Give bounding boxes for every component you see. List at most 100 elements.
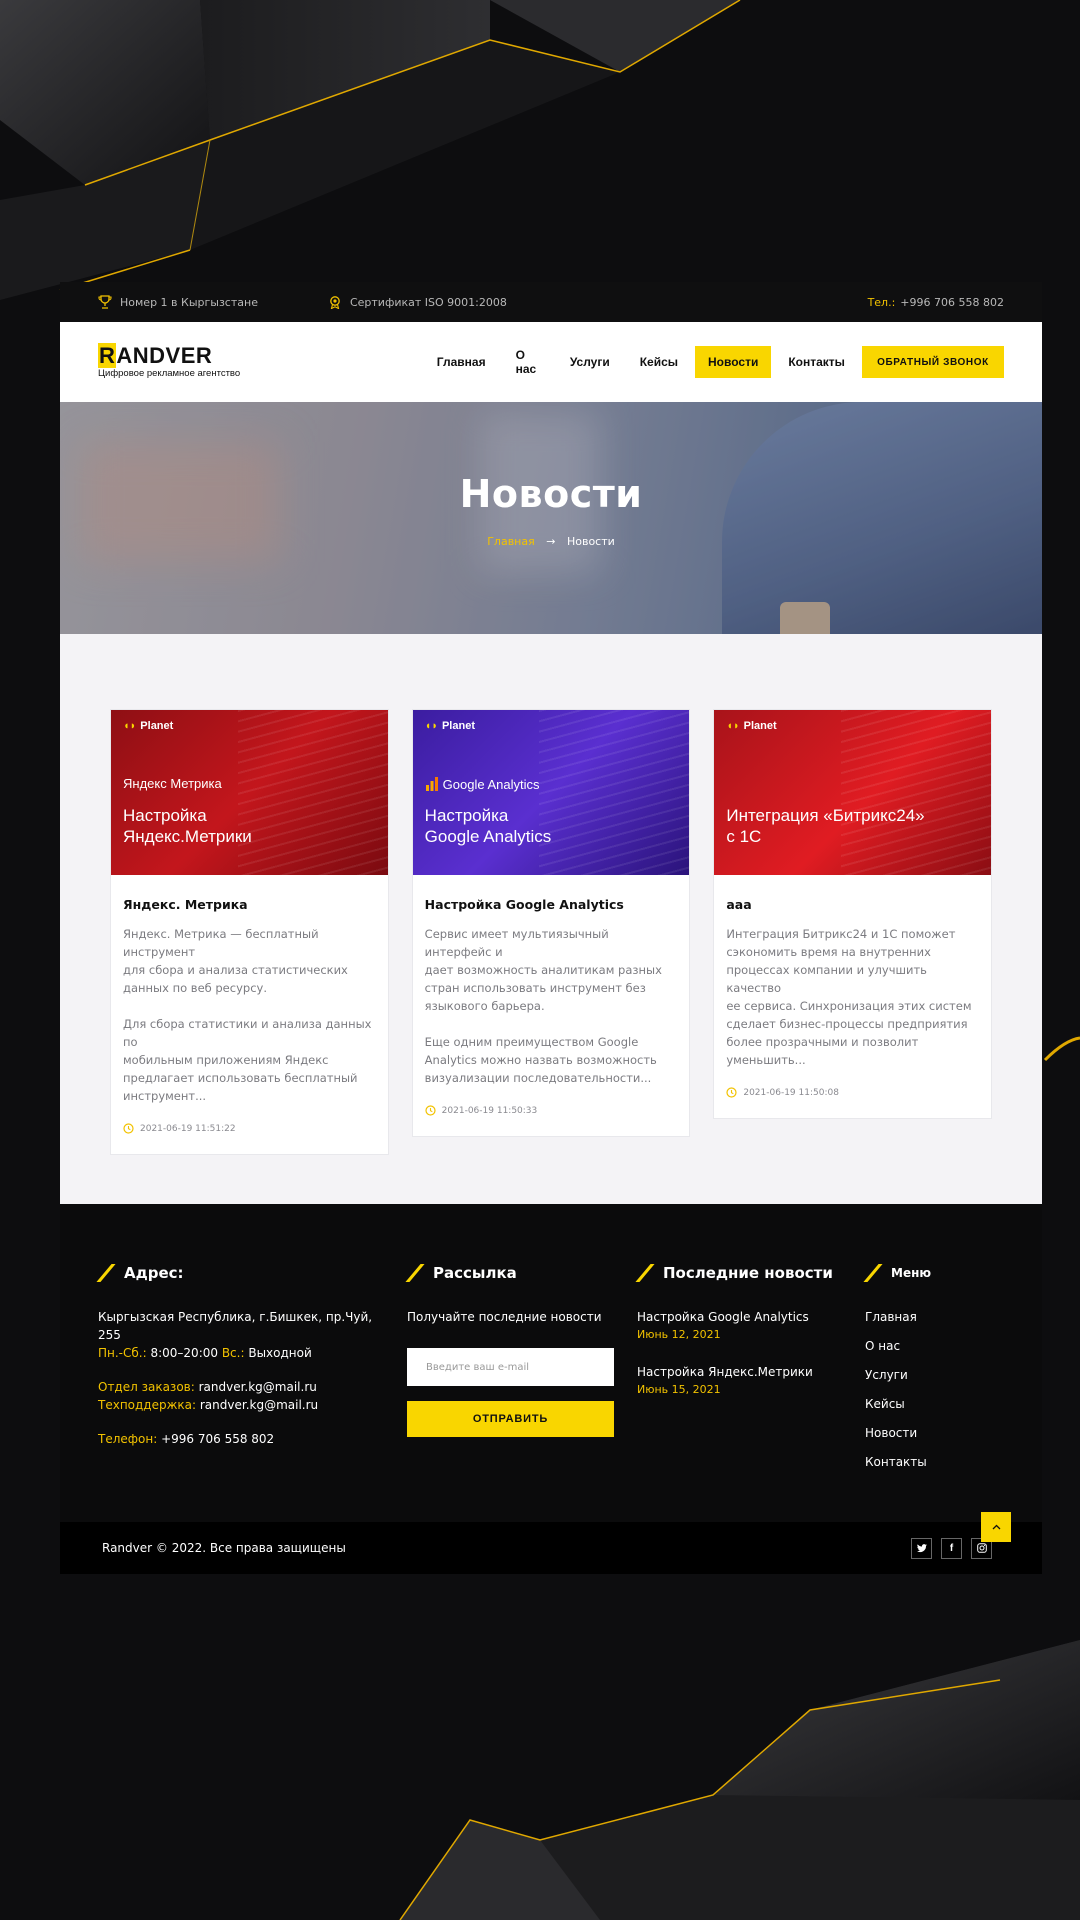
footer-address: Адрес: Кыргызская Республика, г.Бишкек, … (96, 1264, 388, 1448)
working-hours: Пн.-Сб.: 8:00–20:00 Вс.: Выходной (98, 1346, 312, 1360)
footer-menu-contacts[interactable]: Контакты (865, 1453, 1015, 1471)
site-frame: Номер 1 в Кыргызстане Сертификат ISO 900… (60, 282, 1042, 1574)
image-caption: Интеграция «Битрикс24» с 1С (726, 806, 925, 846)
footer-heading: Рассылка (405, 1264, 617, 1282)
support-email[interactable]: Техподдержка: randver.kg@mail.ru (98, 1396, 388, 1414)
planet-logo-icon: ◖◗ (726, 720, 740, 732)
social-links: f (911, 1537, 992, 1559)
news-card-title[interactable]: Настройка Google Analytics (425, 897, 678, 912)
award-info: Номер 1 в Кыргызстане (98, 295, 258, 309)
nav-contacts[interactable]: Контакты (775, 346, 858, 378)
newsletter-text: Получайте последние новости (407, 1310, 602, 1324)
news-card-body: Яндекс. Метрика Яндекс. Метрика — беспла… (111, 875, 388, 1154)
nav-about[interactable]: О нас (503, 339, 553, 385)
news-card-date: 2021-06-19 11:50:33 (425, 1105, 678, 1116)
phone-number[interactable]: +996 706 558 802 (900, 296, 1004, 309)
hero-overlay (60, 402, 1042, 634)
address-line: Кыргызская Республика, г.Бишкек, пр.Чуй,… (98, 1310, 373, 1342)
nav-news[interactable]: Новости (695, 346, 772, 378)
footer-menu-services[interactable]: Услуги (865, 1366, 1015, 1384)
news-card-excerpt: Яндекс. Метрика — бесплатный инструмент … (123, 927, 372, 1103)
trophy-icon (98, 295, 112, 309)
main-nav: Главная О нас Услуги Кейсы Новости Конта… (424, 339, 862, 385)
breadcrumb-current: Новости (566, 535, 615, 548)
news-card[interactable]: ◖◗ Planet Интеграция «Битрикс24» с 1С aaa… (713, 709, 993, 1119)
image-subtitle: Яндекс Метрика (123, 776, 222, 791)
breadcrumb-home[interactable]: Главная (487, 535, 535, 548)
footer-latest-news: Последние новости Настройка Google Analy… (635, 1264, 847, 1418)
footer-heading: Адрес: (96, 1264, 388, 1282)
image-caption: Настройка Google Analytics (424, 806, 552, 846)
analytics-icon (425, 777, 438, 791)
topbar-phone[interactable]: Тел.: +996 706 558 802 (868, 296, 1004, 309)
twitter-icon[interactable] (911, 1537, 932, 1559)
copyright-bar: Randver © 2022. Все права защищены f (60, 1522, 1042, 1574)
footer-menu: Меню Главная О нас Услуги Кейсы Новости … (863, 1264, 1015, 1482)
newsletter-submit-button[interactable]: ОТПРАВИТЬ (407, 1401, 614, 1437)
certificate-text: Сертификат ISO 9001:2008 (349, 295, 507, 309)
news-card-excerpt: Интеграция Битрикс24 и 1С поможет сэконо… (726, 927, 972, 1067)
news-card-title[interactable]: Яндекс. Метрика (123, 897, 376, 912)
planet-logo-icon: ◖◗ (424, 720, 438, 732)
top-info-bar: Номер 1 в Кыргызстане Сертификат ISO 900… (60, 282, 1042, 322)
news-card-image[interactable]: ◖◗ Planet Яндекс Метрика Настройка Яндекс… (111, 710, 388, 875)
news-list: ◖◗ Planet Яндекс Метрика Настройка Яндекс… (60, 634, 1042, 1204)
nav-cases[interactable]: Кейсы (627, 346, 691, 378)
news-card-body: Настройка Google Analytics Сервис имеет … (413, 875, 690, 1136)
news-card-excerpt: Сервис имеет мультиязычный интерфейс и д… (424, 927, 662, 1085)
callback-button[interactable]: ОБРАТНЫЙ ЗВОНОК (861, 346, 1005, 378)
image-brand: ◖◗ Planet (424, 720, 475, 732)
news-card-date: 2021-06-19 11:50:08 (726, 1087, 979, 1098)
badge-icon (330, 296, 340, 309)
image-brand: ◖◗ Planet (123, 720, 174, 732)
image-subtitle: Google Analytics (425, 776, 540, 792)
footer-newsletter: Рассылка Получайте последние новости Вве… (405, 1264, 617, 1437)
news-card-image[interactable]: ◖◗ Planet Google Analytics Настройка Goog… (412, 710, 690, 875)
slash-icon (635, 1264, 655, 1282)
facebook-icon[interactable]: f (941, 1537, 962, 1559)
breadcrumb: Главная → Новости (60, 535, 1042, 548)
slash-icon (863, 1264, 883, 1282)
nav-services[interactable]: Услуги (557, 346, 623, 378)
latest-news-title[interactable]: Настройка Яндекс.Метрики (637, 1363, 847, 1381)
award-text: Номер 1 в Кыргызстане (120, 295, 258, 309)
nav-home[interactable]: Главная (424, 346, 499, 378)
news-card-date: 2021-06-19 11:51:22 (123, 1123, 376, 1134)
footer-heading: Меню (863, 1264, 1015, 1282)
latest-news-date: Июнь 12, 2021 (637, 1328, 721, 1341)
footer-menu-cases[interactable]: Кейсы (865, 1395, 1015, 1413)
news-card[interactable]: ◖◗ Planet Яндекс Метрика Настройка Яндекс… (110, 709, 389, 1155)
latest-news-title[interactable]: Настройка Google Analytics (637, 1308, 847, 1326)
footer-menu-about[interactable]: О нас (865, 1337, 1015, 1355)
footer-phone[interactable]: Телефон: +996 706 558 802 (98, 1430, 388, 1448)
phone-label: Тел.: (867, 295, 896, 309)
chevron-up-icon (992, 1524, 1000, 1530)
image-texture (237, 710, 388, 875)
breadcrumb-arrow-icon: → (546, 535, 556, 548)
orders-email[interactable]: Отдел заказов: randver.kg@mail.ru (98, 1378, 388, 1396)
slash-icon (96, 1264, 116, 1282)
news-card[interactable]: ◖◗ Planet Google Analytics Настройка Goog… (411, 709, 691, 1137)
logo-wordmark: RANDVER (98, 343, 213, 368)
footer-menu-news[interactable]: Новости (865, 1424, 1015, 1442)
page-hero: Новости Главная → Новости (60, 402, 1042, 634)
footer-heading: Последние новости (635, 1264, 847, 1282)
scroll-to-top-button[interactable] (981, 1512, 1011, 1542)
main-header: RANDVER Цифровое рекламное агентство Гла… (60, 322, 1042, 402)
news-card-body: aaa Интеграция Битрикс24 и 1С поможет сэ… (714, 875, 991, 1118)
image-brand: ◖◗ Planet (726, 720, 777, 732)
slash-icon (405, 1264, 425, 1282)
planet-logo-icon: ◖◗ (123, 720, 137, 732)
news-card-title[interactable]: aaa (726, 897, 979, 912)
footer-menu-home[interactable]: Главная (865, 1308, 1015, 1326)
page-title: Новости (459, 472, 643, 516)
image-caption: Настройка Яндекс.Метрики (123, 806, 252, 846)
newsletter-email-input[interactable]: Введите ваш e-mail (407, 1348, 614, 1386)
news-card-image[interactable]: ◖◗ Planet Интеграция «Битрикс24» с 1С (714, 710, 992, 875)
footer: Адрес: Кыргызская Республика, г.Бишкек, … (60, 1204, 1042, 1522)
clock-icon (123, 1123, 134, 1134)
logo-tagline: Цифровое рекламное агентство (98, 368, 241, 379)
clock-icon (726, 1087, 737, 1098)
logo[interactable]: RANDVER Цифровое рекламное агентство (98, 343, 304, 379)
certificate-info: Сертификат ISO 9001:2008 (328, 295, 507, 309)
